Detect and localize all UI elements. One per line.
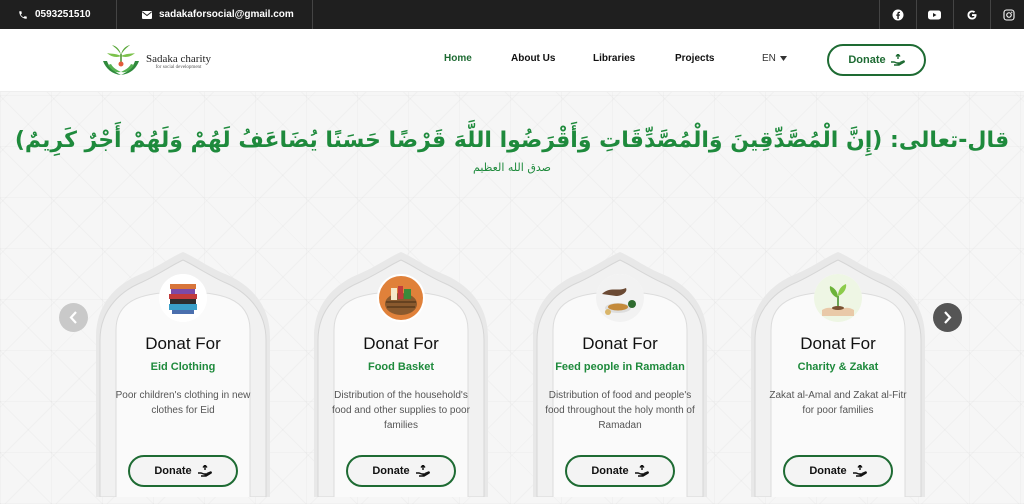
card-description: Zakat al-Amal and Zakat al-Fitr for poor… bbox=[769, 390, 907, 416]
hand-give-icon bbox=[852, 465, 867, 477]
youtube-icon bbox=[928, 10, 941, 19]
card-description: Distribution of food and people's food t… bbox=[545, 390, 695, 431]
brand-tagline: for social development bbox=[155, 64, 202, 70]
card-description: Poor children's clothing in new clothes … bbox=[115, 390, 251, 416]
donation-card: Donat For Feed people in Ramadan Distrib… bbox=[533, 252, 707, 497]
charity-hands-icon bbox=[103, 45, 139, 75]
language-selector[interactable]: EN bbox=[762, 53, 787, 64]
brand-name: Sadaka charity bbox=[146, 52, 212, 65]
hand-give-icon bbox=[634, 465, 649, 477]
card-subtitle: Charity & Zakat bbox=[797, 361, 879, 373]
card-subtitle: Feed people in Ramadan bbox=[555, 361, 685, 373]
email-contact[interactable]: sadakaforsocial@gmail.com bbox=[142, 0, 294, 29]
donation-card: Donat For Food Basket Distribution of th… bbox=[314, 252, 488, 497]
card-title: Donat For bbox=[363, 334, 439, 353]
language-label: EN bbox=[762, 53, 776, 64]
carousel-prev-button[interactable] bbox=[59, 303, 88, 332]
google-icon bbox=[967, 10, 976, 19]
card-donate-label: Donate bbox=[809, 465, 847, 477]
card-donate-button[interactable]: Donate bbox=[346, 455, 456, 487]
nav-about-us[interactable]: About Us bbox=[511, 53, 555, 64]
hero-section: قال-تعالى: (إِنَّ الْمُصَّدِّقِينَ وَالْ… bbox=[0, 92, 1024, 504]
quran-verse: قال-تعالى: (إِنَّ الْمُصَّدِّقِينَ وَالْ… bbox=[14, 128, 1010, 153]
card-subtitle: Eid Clothing bbox=[150, 361, 216, 373]
instagram-link[interactable] bbox=[990, 0, 1024, 29]
top-bar: 0593251510 sadakaforsocial@gmail.com bbox=[0, 0, 1024, 29]
card-description: Distribution of the household's food and… bbox=[332, 390, 470, 431]
youtube-link[interactable] bbox=[916, 0, 952, 29]
card-donate-label: Donate bbox=[372, 465, 410, 477]
chevron-left-icon bbox=[69, 311, 77, 324]
topbar-divider bbox=[116, 0, 117, 29]
main-navbar: Sadaka charity for social development Ho… bbox=[0, 29, 1024, 92]
instagram-icon bbox=[1002, 8, 1015, 21]
food-basket-image bbox=[377, 274, 425, 322]
phone-icon bbox=[19, 10, 27, 19]
carousel-next-button[interactable] bbox=[933, 303, 962, 332]
charity-plant-image bbox=[814, 274, 862, 322]
envelope-icon bbox=[142, 10, 152, 19]
nav-libraries[interactable]: Libraries bbox=[593, 53, 635, 64]
card-donate-button[interactable]: Donate bbox=[128, 455, 238, 487]
facebook-link[interactable] bbox=[879, 0, 915, 29]
chevron-right-icon bbox=[944, 311, 952, 324]
clothing-image bbox=[159, 274, 207, 322]
verse-source: صدق الله العظيم bbox=[473, 161, 551, 174]
phone-number: 0593251510 bbox=[35, 9, 91, 20]
card-title: Donat For bbox=[582, 334, 658, 353]
card-donate-button[interactable]: Donate bbox=[783, 455, 893, 487]
donate-nav-button[interactable]: Donate bbox=[827, 44, 926, 76]
card-donate-button[interactable]: Donate bbox=[565, 455, 675, 487]
facebook-icon bbox=[892, 9, 903, 20]
ramadan-food-image bbox=[596, 274, 644, 322]
hand-give-icon bbox=[197, 465, 212, 477]
hand-give-icon bbox=[890, 54, 905, 66]
card-title: Donat For bbox=[145, 334, 221, 353]
topbar-divider bbox=[312, 0, 313, 29]
card-title: Donat For bbox=[800, 334, 876, 353]
hand-give-icon bbox=[415, 465, 430, 477]
card-donate-label: Donate bbox=[154, 465, 192, 477]
caret-down-icon bbox=[779, 56, 787, 61]
donation-card: Donat For Eid Clothing Poor children's c… bbox=[96, 252, 270, 497]
card-donate-label: Donate bbox=[591, 465, 629, 477]
google-link[interactable] bbox=[953, 0, 989, 29]
brand-logo[interactable]: Sadaka charity for social development bbox=[100, 41, 211, 81]
donation-card: Donat For Charity & Zakat Zakat al-Amal … bbox=[751, 252, 925, 497]
nav-home[interactable]: Home bbox=[444, 53, 472, 64]
donate-nav-label: Donate bbox=[848, 54, 886, 66]
phone-contact[interactable]: 0593251510 bbox=[18, 0, 91, 29]
nav-projects[interactable]: Projects bbox=[675, 53, 714, 64]
card-subtitle: Food Basket bbox=[367, 361, 434, 373]
email-address: sadakaforsocial@gmail.com bbox=[159, 9, 294, 20]
